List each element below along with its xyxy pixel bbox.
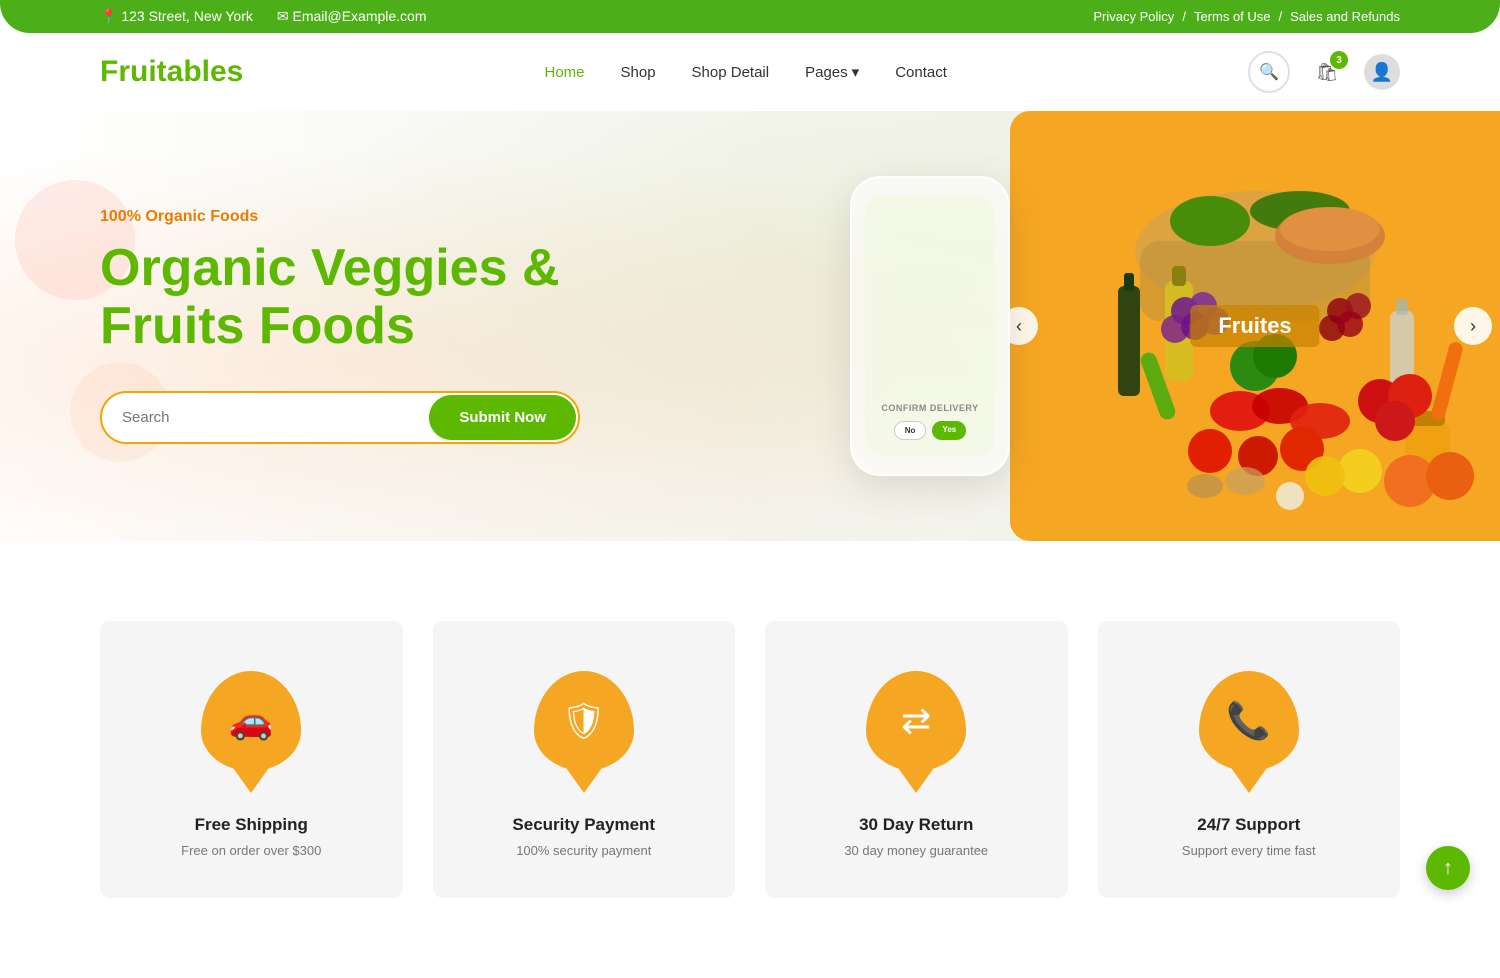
phone-yes-button[interactable]: Yes — [932, 421, 966, 440]
phone-no-button[interactable]: No — [894, 421, 927, 440]
search-icon: 🔍 — [1259, 62, 1279, 82]
main-nav: Home Shop Shop Detail Pages ▾ Contact — [544, 63, 946, 81]
nav-shop-detail[interactable]: Shop Detail — [692, 64, 770, 81]
return-icon-wrap: ⇄ — [861, 671, 971, 791]
security-payment-pin: 🛡 — [534, 671, 634, 771]
hero-section: 100% Organic Foods Organic Veggies & Fru… — [0, 111, 1500, 541]
hero-title: Organic Veggies & Fruits Foods — [100, 240, 580, 354]
search-button[interactable]: 🔍 — [1248, 51, 1290, 93]
fruit-card-nav-next[interactable]: › — [1454, 307, 1492, 345]
hero-right: CONFIRM DELIVERY No Yes ‹ Fruites — [750, 111, 1500, 541]
security-payment-icon-wrap: 🛡 — [529, 671, 639, 791]
support-icon-wrap: 📞 — [1194, 671, 1304, 791]
email: ✉ Email@Example.com — [277, 8, 427, 25]
return-title: 30 Day Return — [859, 815, 973, 835]
free-shipping-title: Free Shipping — [195, 815, 308, 835]
support-title: 24/7 Support — [1197, 815, 1300, 835]
cart-button[interactable]: 🛍 3 — [1306, 51, 1348, 93]
free-shipping-desc: Free on order over $300 — [181, 843, 321, 858]
logo: Fruitables — [100, 55, 243, 89]
return-icon: ⇄ — [901, 700, 931, 742]
phone-buttons: No Yes — [894, 421, 966, 440]
security-payment-desc: 100% security payment — [516, 843, 651, 858]
security-payment-title: Security Payment — [512, 815, 655, 835]
phone-icon: 📞 — [1226, 700, 1271, 742]
return-pin: ⇄ — [866, 671, 966, 771]
phone-confirm-text: CONFIRM DELIVERY — [881, 403, 978, 413]
scroll-top-button[interactable]: ↑ — [1426, 846, 1470, 890]
car-icon: 🚗 — [229, 700, 274, 742]
search-input[interactable] — [102, 395, 427, 440]
top-bar-right: Privacy Policy / Terms of Use / Sales an… — [1093, 9, 1400, 24]
feature-security-payment: 🛡 Security Payment 100% security payment — [433, 621, 736, 898]
features-section: 🚗 Free Shipping Free on order over $300 … — [0, 561, 1500, 978]
cart-badge: 3 — [1330, 51, 1348, 69]
header-icons: 🔍 🛍 3 👤 — [1248, 51, 1400, 93]
header: Fruitables Home Shop Shop Detail Pages ▾… — [0, 33, 1500, 111]
user-button[interactable]: 👤 — [1364, 54, 1400, 90]
shield-icon: 🛡 — [561, 700, 607, 742]
user-icon: 👤 — [1371, 62, 1393, 83]
nav-home[interactable]: Home — [544, 64, 584, 81]
fruit-card: ‹ Fruites — [1010, 111, 1500, 541]
phone-mockup: CONFIRM DELIVERY No Yes — [850, 176, 1010, 476]
privacy-policy-link[interactable]: Privacy Policy — [1093, 9, 1174, 24]
top-bar-left: 📍 123 Street, New York ✉ Email@Example.c… — [100, 8, 427, 25]
separator2: / — [1279, 9, 1283, 24]
support-pin: 📞 — [1199, 671, 1299, 771]
terms-link[interactable]: Terms of Use — [1194, 9, 1271, 24]
support-desc: Support every time fast — [1182, 843, 1316, 858]
free-shipping-icon-wrap: 🚗 — [196, 671, 306, 791]
separator1: / — [1182, 9, 1186, 24]
address: 📍 123 Street, New York — [100, 8, 253, 25]
return-desc: 30 day money guarantee — [844, 843, 988, 858]
sales-refunds-link[interactable]: Sales and Refunds — [1290, 9, 1400, 24]
feature-free-shipping: 🚗 Free Shipping Free on order over $300 — [100, 621, 403, 898]
nav-pages[interactable]: Pages ▾ — [805, 63, 859, 81]
search-bar: Submit Now — [100, 391, 580, 444]
free-shipping-pin: 🚗 — [201, 671, 301, 771]
top-bar: 📍 123 Street, New York ✉ Email@Example.c… — [0, 0, 1500, 33]
search-submit-button[interactable]: Submit Now — [429, 395, 576, 440]
feature-support: 📞 24/7 Support Support every time fast — [1098, 621, 1401, 898]
nav-shop[interactable]: Shop — [621, 64, 656, 81]
hero-tag: 100% Organic Foods — [100, 208, 580, 226]
feature-30-day-return: ⇄ 30 Day Return 30 day money guarantee — [765, 621, 1068, 898]
hero-content: 100% Organic Foods Organic Veggies & Fru… — [0, 148, 680, 503]
nav-contact[interactable]: Contact — [895, 64, 947, 81]
phone-screen: CONFIRM DELIVERY No Yes — [865, 196, 995, 456]
fruit-card-label: Fruites — [1190, 305, 1319, 347]
